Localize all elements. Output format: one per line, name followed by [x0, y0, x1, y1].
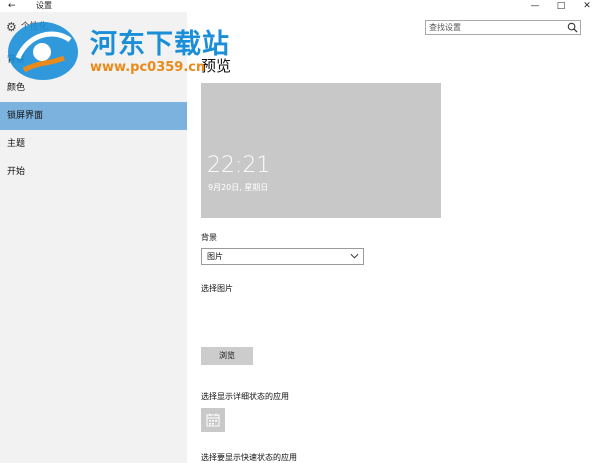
sidebar-nav: 背景 颜色 锁屏界面 主题 开始 — [0, 46, 187, 186]
gear-icon: ⚙ — [6, 20, 17, 34]
sidebar-item-background[interactable]: 背景 — [0, 46, 187, 74]
preview-date: 9月20日, 星期日 — [208, 183, 269, 192]
background-select[interactable]: 图片 — [201, 248, 364, 265]
sidebar-header[interactable]: ⚙ 个性化 — [6, 20, 48, 34]
main-content: 预览 22:21 9月20日, 星期日 背景 图片 选择图片 浏览 选择显示详细… — [187, 12, 600, 463]
window-title: 设置 — [36, 1, 52, 10]
search-box[interactable] — [425, 20, 581, 35]
close-button[interactable]: ✕ — [574, 0, 600, 12]
detailed-status-label: 选择显示详细状态的应用 — [201, 392, 289, 401]
sidebar-item-start[interactable]: 开始 — [0, 158, 187, 186]
title-bar: ← 设置 — □ ✕ — [0, 0, 600, 12]
sidebar-item-themes[interactable]: 主题 — [0, 130, 187, 158]
search-input[interactable] — [426, 21, 567, 34]
preview-title: 预览 — [201, 57, 232, 75]
chevron-down-icon — [350, 253, 359, 259]
preview-time: 22:21 — [207, 153, 271, 178]
minimize-button[interactable]: — — [522, 0, 548, 12]
choose-picture-label: 选择图片 — [201, 284, 233, 293]
background-select-value: 图片 — [207, 252, 223, 261]
maximize-button[interactable]: □ — [548, 0, 574, 12]
search-icon[interactable] — [567, 22, 578, 33]
detailed-status-app-tile[interactable] — [201, 408, 225, 432]
browse-button[interactable]: 浏览 — [201, 347, 253, 365]
sidebar-header-label: 个性化 — [20, 22, 48, 32]
sidebar-item-colors[interactable]: 颜色 — [0, 74, 187, 102]
sidebar: ⚙ 个性化 背景 颜色 锁屏界面 主题 开始 — [0, 12, 187, 463]
calendar-icon — [206, 413, 220, 427]
quick-status-label: 选择要显示快速状态的应用 — [201, 453, 297, 462]
lock-screen-preview: 22:21 9月20日, 星期日 — [201, 83, 441, 218]
sidebar-item-lock-screen[interactable]: 锁屏界面 — [0, 102, 187, 130]
background-label: 背景 — [201, 233, 217, 242]
window-controls: — □ ✕ — [522, 0, 600, 12]
back-button[interactable]: ← — [8, 0, 16, 12]
settings-window: ← 设置 — □ ✕ ⚙ 个性化 背景 颜色 锁屏界面 主题 开始 查找设置 预… — [0, 0, 600, 463]
